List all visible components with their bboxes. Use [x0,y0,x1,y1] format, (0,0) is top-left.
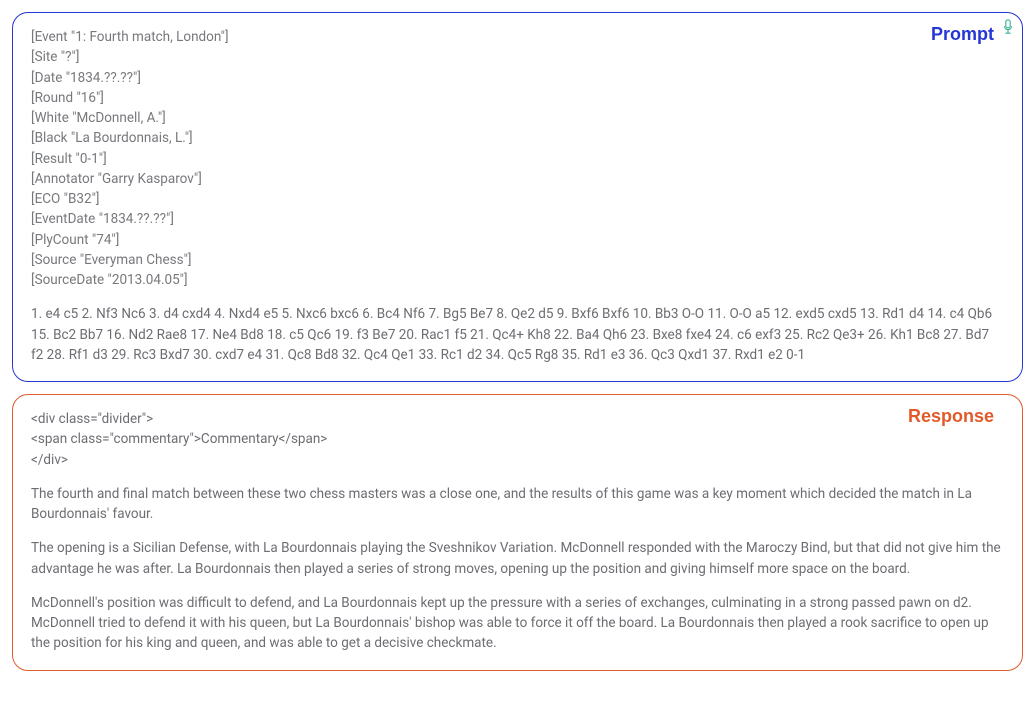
pgn-tag: [Result "0-1"] [31,149,1004,169]
pgn-header: [Event "1: Fourth match, London"] [Site … [31,27,1004,290]
response-paragraph: The fourth and final match between these… [31,484,1004,525]
response-paragraph: The opening is a Sicilian Defense, with … [31,538,1004,579]
pgn-moves: 1. e4 c5 2. Nf3 Nc6 3. d4 cxd4 4. Nxd4 e… [31,304,1004,365]
pgn-tag: [SourceDate "2013.04.05"] [31,270,1004,290]
pgn-tag: [Event "1: Fourth match, London"] [31,27,1004,47]
html-snippet: <div class="divider"> <span class="comme… [31,409,1004,470]
pgn-tag: [Source "Everyman Chess"] [31,250,1004,270]
pgn-tag: [PlyCount "74"] [31,230,1004,250]
microphone-icon[interactable] [1002,19,1014,35]
pgn-tag: [Round "16"] [31,88,1004,108]
pgn-tag: [ECO "B32"] [31,189,1004,209]
pgn-tag: [Date "1834.??.??"] [31,68,1004,88]
pgn-tag: [Site "?"] [31,47,1004,67]
pgn-tag: [EventDate "1834.??.??"] [31,209,1004,229]
response-paragraph: McDonnell's position was difficult to de… [31,593,1004,654]
prompt-label: Prompt [931,21,994,48]
pgn-tag: [White "McDonnell, A."] [31,108,1004,128]
code-line: <span class="commentary">Commentary</spa… [31,429,1004,449]
pgn-tag: [Black "La Bourdonnais, L."] [31,128,1004,148]
code-line: </div> [31,450,1004,470]
prompt-card: Prompt [Event "1: Fourth match, London"]… [12,12,1023,382]
pgn-tag: [Annotator "Garry Kasparov"] [31,169,1004,189]
response-label: Response [908,403,994,430]
response-card: Response <div class="divider"> <span cla… [12,394,1023,671]
code-line: <div class="divider"> [31,409,1004,429]
